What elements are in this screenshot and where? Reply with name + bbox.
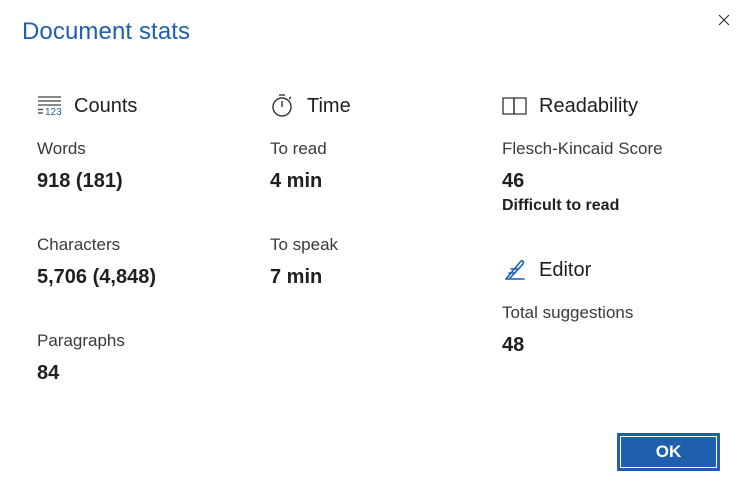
paragraphs-value: 84 <box>37 362 60 384</box>
to-speak-stat: To speak 7 min <box>270 234 351 290</box>
readability-header: Readability <box>502 92 663 120</box>
total-suggestions-stat: Total suggestions 48 <box>502 302 663 358</box>
readability-section: Readability Flesch-Kincaid Score 46 Diff… <box>502 92 663 358</box>
words-label: Words <box>37 139 86 158</box>
open-book-icon <box>502 93 528 119</box>
close-icon <box>718 14 730 26</box>
editor-header: Editor <box>502 256 663 284</box>
paragraphs-stat: Paragraphs 84 <box>37 330 156 386</box>
time-header: Time <box>270 92 351 120</box>
counts-123-icon: 123 <box>37 93 63 119</box>
characters-value: 5,706 (4,848) <box>37 266 156 288</box>
readability-description: Difficult to read <box>502 197 620 214</box>
close-button[interactable] <box>713 9 735 31</box>
characters-stat: Characters 5,706 (4,848) <box>37 234 156 290</box>
to-read-stat: To read 4 min <box>270 138 351 194</box>
time-heading: Time <box>307 94 351 117</box>
flesch-kincaid-label: Flesch-Kincaid Score <box>502 139 663 158</box>
words-stat: Words 918 (181) <box>37 138 156 194</box>
to-speak-label: To speak <box>270 235 339 254</box>
to-speak-value: 7 min <box>270 266 323 288</box>
flesch-kincaid-value: 46 <box>502 170 525 192</box>
to-read-value: 4 min <box>270 170 323 192</box>
characters-label: Characters <box>37 235 121 254</box>
document-stats-dialog: Document stats 123 Counts Words 918 (181… <box>0 0 741 496</box>
ok-button[interactable]: OK <box>617 433 720 471</box>
paragraphs-label: Paragraphs <box>37 331 125 350</box>
dialog-title: Document stats <box>22 18 191 45</box>
time-section: Time To read 4 min To speak 7 min <box>270 92 351 290</box>
svg-text:123: 123 <box>45 107 62 118</box>
total-suggestions-label: Total suggestions <box>502 303 634 322</box>
pen-icon <box>502 257 528 283</box>
editor-heading: Editor <box>539 258 592 281</box>
flesch-kincaid-stat: Flesch-Kincaid Score 46 Difficult to rea… <box>502 138 663 216</box>
to-read-label: To read <box>270 139 327 158</box>
counts-heading: Counts <box>74 94 138 117</box>
stopwatch-icon <box>270 93 296 119</box>
counts-header: 123 Counts <box>37 92 156 120</box>
words-value: 918 (181) <box>37 170 123 192</box>
total-suggestions-value: 48 <box>502 334 525 356</box>
counts-section: 123 Counts Words 918 (181) Characters 5,… <box>37 92 156 386</box>
readability-heading: Readability <box>539 94 638 117</box>
